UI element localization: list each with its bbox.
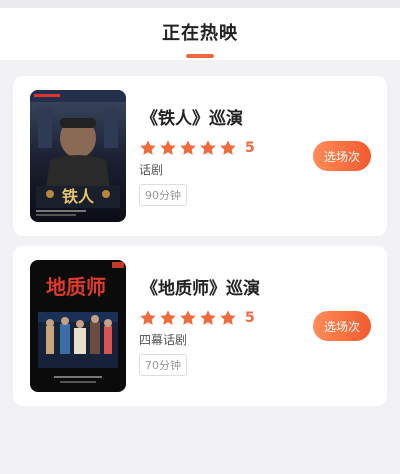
show-duration-tag: 90分钟 [139, 184, 187, 206]
poster-art: 地质师 [30, 260, 126, 392]
star-icon [140, 140, 156, 155]
star-icon [200, 140, 216, 155]
poster-calligraphy: 地质师 [46, 275, 106, 299]
show-card[interactable]: 地质师 《地质师》巡演 5 四幕话剧 70分钟 选场次 [13, 246, 387, 406]
rating-score: 5 [245, 310, 255, 326]
star-icon [200, 310, 216, 325]
star-icon [180, 140, 196, 155]
select-session-button[interactable]: 选场次 [313, 141, 371, 171]
star-icon [160, 140, 176, 155]
page-title: 正在热映 [162, 23, 238, 44]
star-icon [220, 140, 236, 155]
rating-stars: 5 [139, 139, 309, 157]
show-info: 《铁人》巡演 5 话剧 90分钟 [139, 104, 309, 206]
show-title[interactable]: 《铁人》巡演 [141, 104, 309, 129]
star-icon [140, 310, 156, 325]
show-poster-image[interactable]: 地质师 [30, 260, 126, 392]
show-poster-image[interactable]: 铁人 [30, 90, 126, 222]
show-title[interactable]: 《地质师》巡演 [141, 274, 309, 299]
status-strip [0, 0, 400, 8]
show-card[interactable]: 铁人 《铁人》巡演 5 话剧 90分钟 选场次 [13, 76, 387, 236]
rating-stars: 5 [139, 309, 309, 327]
show-genre: 四幕话剧 [139, 333, 188, 347]
show-genre: 话剧 [139, 163, 164, 177]
select-session-button[interactable]: 选场次 [313, 311, 371, 341]
poster-art: 铁人 [30, 90, 126, 222]
star-icon [180, 310, 196, 325]
poster-calligraphy: 铁人 [62, 187, 95, 206]
active-tab-indicator [186, 54, 214, 58]
star-icon [220, 310, 236, 325]
show-info: 《地质师》巡演 5 四幕话剧 70分钟 [139, 274, 309, 376]
star-icon [160, 310, 176, 325]
show-duration-tag: 70分钟 [139, 354, 187, 376]
show-list: 铁人 《铁人》巡演 5 话剧 90分钟 选场次 地质师 《地质师》巡演 5 四幕… [0, 60, 400, 406]
page-header: 正在热映 [0, 8, 400, 60]
rating-score: 5 [245, 140, 255, 156]
